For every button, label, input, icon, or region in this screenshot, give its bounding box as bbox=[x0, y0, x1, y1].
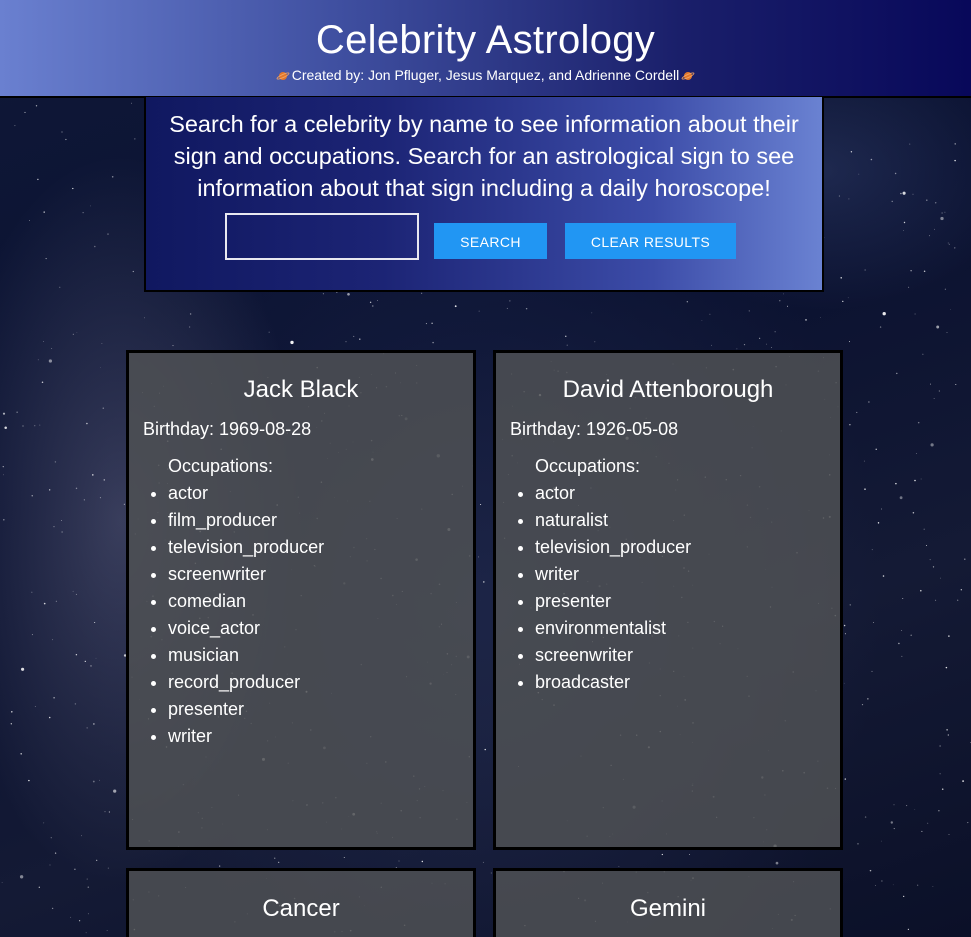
occupation-item: musician bbox=[168, 642, 324, 669]
sign-card: Cancer bbox=[126, 868, 476, 937]
sign-card: Gemini bbox=[493, 868, 843, 937]
occupation-item: screenwriter bbox=[168, 561, 324, 588]
occupation-item: actor bbox=[168, 480, 324, 507]
ringed-planet-icon bbox=[276, 71, 290, 81]
occupation-item: comedian bbox=[168, 588, 324, 615]
celebrity-name: Jack Black bbox=[243, 376, 359, 403]
occupation-item: television_producer bbox=[535, 534, 691, 561]
celebrity-name: David Attenborough bbox=[562, 376, 774, 403]
search-controls: SEARCH CLEAR RESULTS bbox=[146, 213, 822, 265]
search-input[interactable] bbox=[225, 213, 419, 260]
celebrity-card: Jack Black Birthday: 1969-08-28 Occupati… bbox=[126, 350, 476, 850]
clear-results-button[interactable]: CLEAR RESULTS bbox=[565, 223, 736, 259]
occupation-item: television_producer bbox=[168, 534, 324, 561]
search-description: Search for a celebrity by name to see in… bbox=[169, 111, 799, 201]
occupation-item: screenwriter bbox=[535, 642, 691, 669]
celebrity-birthday: Birthday: 1969-08-28 bbox=[143, 419, 312, 439]
occupation-item: environmentalist bbox=[535, 615, 691, 642]
sign-name: Gemini bbox=[629, 895, 707, 922]
credits-line: Created by: Jon Pfluger, Jesus Marquez, … bbox=[0, 66, 971, 84]
page-title: Celebrity Astrology bbox=[315, 18, 656, 62]
occupation-item: naturalist bbox=[535, 507, 691, 534]
occupation-item: film_producer bbox=[168, 507, 324, 534]
occupation-item: broadcaster bbox=[535, 669, 691, 696]
occupations-list: actor film_producer television_producer … bbox=[129, 480, 324, 750]
occupation-item: writer bbox=[535, 561, 691, 588]
occupations-label: Occupations: bbox=[168, 456, 274, 476]
occupations-label: Occupations: bbox=[535, 456, 641, 476]
occupation-item: record_producer bbox=[168, 669, 324, 696]
occupation-item: writer bbox=[168, 723, 324, 750]
page-header: Celebrity Astrology Created by: Jon Pflu… bbox=[0, 0, 971, 98]
celebrity-birthday: Birthday: 1926-05-08 bbox=[510, 419, 679, 439]
celebrity-card: David Attenborough Birthday: 1926-05-08 … bbox=[493, 350, 843, 850]
sign-name: Cancer bbox=[262, 895, 340, 922]
occupation-item: presenter bbox=[168, 696, 324, 723]
occupation-item: voice_actor bbox=[168, 615, 324, 642]
search-panel: Search for a celebrity by name to see in… bbox=[144, 97, 824, 292]
occupation-item: actor bbox=[535, 480, 691, 507]
occupation-item: presenter bbox=[535, 588, 691, 615]
occupations-list: actor naturalist television_producer wri… bbox=[496, 480, 691, 696]
credits-text: Created by: Jon Pfluger, Jesus Marquez, … bbox=[291, 67, 680, 83]
search-button[interactable]: SEARCH bbox=[434, 223, 547, 259]
ringed-planet-icon bbox=[681, 71, 695, 81]
